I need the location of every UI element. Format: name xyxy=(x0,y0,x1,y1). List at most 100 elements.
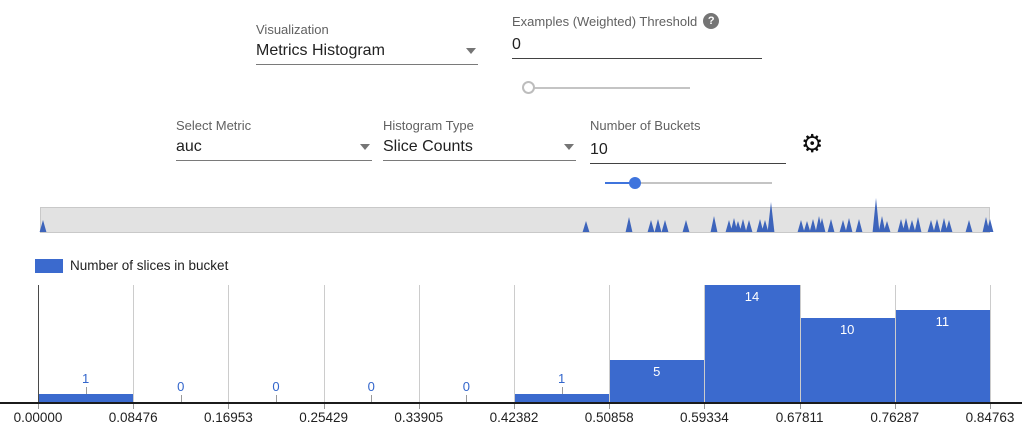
chevron-down-icon xyxy=(466,48,476,54)
threshold-slider[interactable] xyxy=(528,87,690,89)
x-tick-label: 0.67811 xyxy=(776,410,824,425)
density-spike xyxy=(856,219,863,232)
histogram-type-value: Slice Counts xyxy=(383,138,473,156)
visualization-field: Visualization Metrics Histogram xyxy=(256,21,478,65)
density-spike xyxy=(966,220,973,232)
density-spike xyxy=(662,220,669,232)
bar-value-label: 10 xyxy=(800,322,895,337)
buckets-slider-thumb[interactable] xyxy=(629,177,641,189)
label-leader-line xyxy=(181,395,182,402)
label-leader-line xyxy=(86,387,87,394)
chevron-down-icon xyxy=(360,144,370,150)
metric-value: auc xyxy=(176,138,202,156)
x-tick-label: 0.00000 xyxy=(14,410,63,425)
bar-value-label: 1 xyxy=(38,371,133,386)
axis-tick xyxy=(895,404,896,409)
bar-value-label: 0 xyxy=(419,379,514,394)
grid-line xyxy=(800,285,801,402)
metric-field: Select Metric auc xyxy=(176,117,372,161)
bar-value-label: 0 xyxy=(228,379,323,394)
x-tick-label: 0.42382 xyxy=(490,410,539,425)
label-leader-line xyxy=(466,395,467,402)
histogram-type-dropdown[interactable]: Slice Counts xyxy=(383,133,576,161)
histogram-plot: 1000015141011 xyxy=(38,285,990,402)
overview-strip[interactable] xyxy=(40,207,990,233)
x-tick-label: 0.33905 xyxy=(394,410,443,425)
buckets-input[interactable] xyxy=(590,137,786,164)
bar-value-label: 0 xyxy=(133,379,228,394)
axis-tick xyxy=(990,404,991,409)
settings-gear-icon[interactable]: ⚙ xyxy=(801,131,823,157)
buckets-slider[interactable] xyxy=(605,182,772,184)
density-spike xyxy=(626,217,633,232)
label-leader-line xyxy=(371,395,372,402)
histogram-type-label: Histogram Type xyxy=(383,117,576,133)
density-spike xyxy=(846,218,853,232)
density-spike xyxy=(903,218,910,232)
visualization-value: Metrics Histogram xyxy=(256,42,385,60)
histogram-bar[interactable] xyxy=(38,394,133,402)
bar-value-label: 1 xyxy=(514,371,609,386)
threshold-input[interactable] xyxy=(512,32,762,59)
density-spike xyxy=(798,220,805,232)
density-spike xyxy=(946,220,953,232)
axis-tick xyxy=(419,404,420,409)
x-axis: 0.000000.084760.169530.254290.339050.423… xyxy=(0,404,1024,430)
density-spike xyxy=(40,220,47,232)
metric-label: Select Metric xyxy=(176,117,372,133)
density-spike xyxy=(768,202,775,232)
axis-tick xyxy=(38,404,39,409)
x-tick-label: 0.84763 xyxy=(966,410,1015,425)
density-spike xyxy=(928,220,935,232)
density-spike xyxy=(873,198,880,232)
axis-tick xyxy=(133,404,134,409)
visualization-label: Visualization xyxy=(256,21,478,37)
help-icon[interactable]: ? xyxy=(703,13,719,29)
threshold-label: Examples (Weighted) Threshold xyxy=(512,14,697,29)
legend-label: Number of slices in bucket xyxy=(70,258,228,273)
overview-spikes xyxy=(41,192,989,232)
axis-tick xyxy=(324,404,325,409)
density-spike xyxy=(810,219,817,232)
label-leader-line xyxy=(562,387,563,394)
density-spike xyxy=(884,221,891,232)
density-spike xyxy=(934,219,941,232)
bar-value-label: 11 xyxy=(895,314,990,329)
chevron-down-icon xyxy=(564,144,574,150)
axis-tick xyxy=(609,404,610,409)
density-spike xyxy=(583,221,590,232)
density-spike xyxy=(648,220,655,232)
density-spike xyxy=(746,220,753,232)
bar-value-label: 0 xyxy=(324,379,419,394)
threshold-field: Examples (Weighted) Threshold ? xyxy=(512,13,762,59)
density-spike xyxy=(740,219,747,232)
density-spike xyxy=(683,220,690,232)
density-spike xyxy=(762,220,769,232)
x-tick-label: 0.16953 xyxy=(204,410,253,425)
buckets-label: Number of Buckets xyxy=(590,117,786,133)
density-spike xyxy=(909,220,916,232)
density-spike xyxy=(655,219,662,232)
visualization-dropdown[interactable]: Metrics Histogram xyxy=(256,37,478,65)
threshold-slider-thumb[interactable] xyxy=(522,81,535,94)
buckets-field: Number of Buckets xyxy=(590,117,786,164)
axis-tick xyxy=(704,404,705,409)
label-leader-line xyxy=(276,395,277,402)
legend-swatch xyxy=(35,259,63,273)
metric-dropdown[interactable]: auc xyxy=(176,133,372,161)
x-tick-label: 0.08476 xyxy=(109,410,158,425)
histogram-type-field: Histogram Type Slice Counts xyxy=(383,117,576,161)
grid-line xyxy=(609,285,610,402)
density-spike xyxy=(828,219,835,232)
axis-tick xyxy=(800,404,801,409)
bar-value-label: 5 xyxy=(609,364,704,379)
legend: Number of slices in bucket xyxy=(35,258,228,273)
x-tick-label: 0.50858 xyxy=(585,410,634,425)
grid-line xyxy=(895,285,896,402)
axis-tick xyxy=(514,404,515,409)
density-spike xyxy=(804,221,811,232)
x-tick-label: 0.59334 xyxy=(680,410,729,425)
density-spike xyxy=(915,217,922,232)
histogram-bar[interactable] xyxy=(514,394,609,402)
grid-line xyxy=(990,285,991,402)
